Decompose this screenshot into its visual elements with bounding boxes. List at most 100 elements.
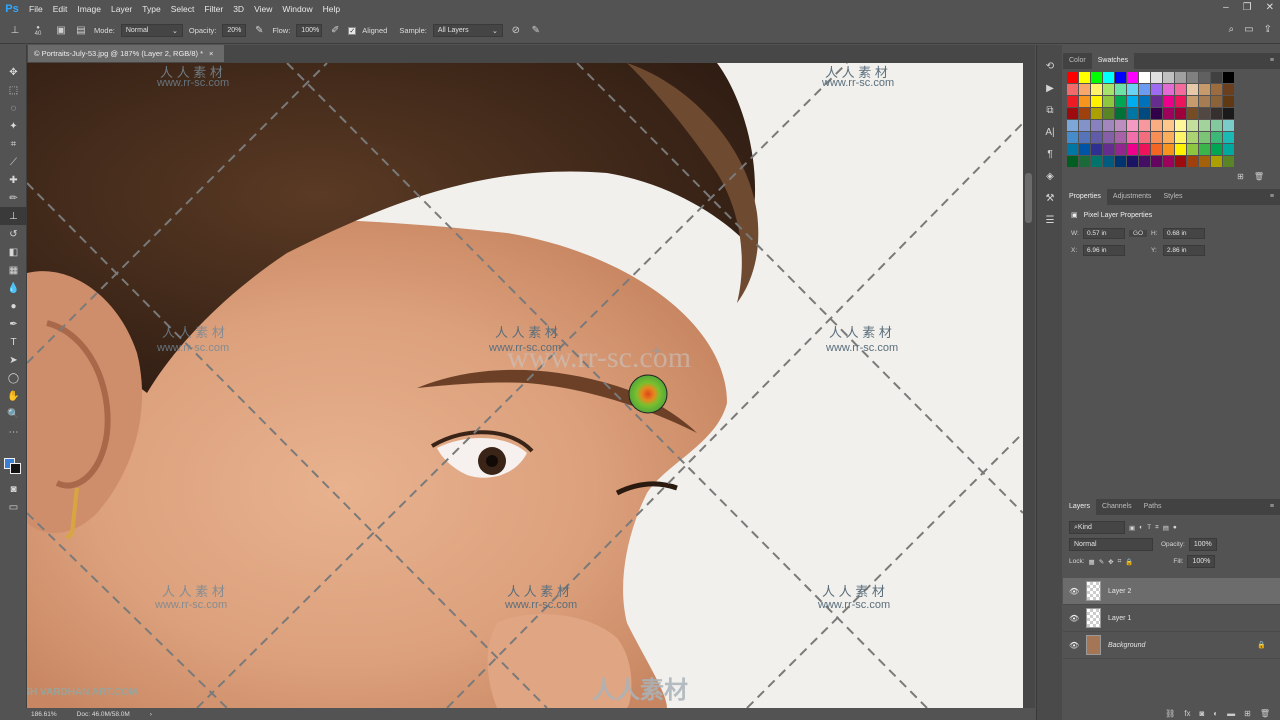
panel-menu-icon[interactable]: ≡	[1270, 189, 1280, 205]
blend-mode-select[interactable]: Normal	[1069, 538, 1153, 551]
brush-preset-picker[interactable]: ● 40	[28, 24, 48, 38]
filter-toggle-icon[interactable]: ●	[1173, 524, 1177, 531]
search-icon[interactable]: ⌕	[1229, 24, 1235, 35]
blur-tool-icon[interactable]: 💧	[0, 279, 27, 297]
swatch[interactable]	[1079, 96, 1090, 107]
swatch[interactable]	[1115, 72, 1126, 83]
visibility-eye-icon[interactable]: 👁	[1069, 587, 1079, 596]
new-group-icon[interactable]: ▬	[1227, 709, 1235, 718]
swatch[interactable]	[1127, 96, 1138, 107]
crop-tool-icon[interactable]: ⌗	[0, 135, 27, 153]
tab-adjustments[interactable]: Adjustments	[1107, 189, 1158, 205]
menu-help[interactable]: Help	[318, 0, 345, 18]
swatch[interactable]	[1115, 120, 1126, 131]
swatch[interactable]	[1175, 84, 1186, 95]
clone-stamp-tool-icon[interactable]: ⊥	[0, 207, 27, 225]
swatch[interactable]	[1067, 144, 1078, 155]
healing-brush-tool-icon[interactable]: ✚	[0, 171, 27, 189]
hand-tool-icon[interactable]: ✋	[0, 387, 27, 405]
background-color-swatch[interactable]	[10, 463, 21, 474]
pressure-size-icon[interactable]: ✎	[529, 24, 543, 38]
swatch[interactable]	[1127, 156, 1138, 167]
close-window-button[interactable]: ✕	[1266, 2, 1274, 13]
swatch[interactable]	[1103, 144, 1114, 155]
swatch[interactable]	[1115, 156, 1126, 167]
tab-properties[interactable]: Properties	[1063, 189, 1107, 205]
swatch[interactable]	[1103, 120, 1114, 131]
swatch[interactable]	[1151, 144, 1162, 155]
swatch[interactable]	[1067, 132, 1078, 143]
link-icon[interactable]: GO	[1129, 230, 1147, 237]
swatch[interactable]	[1163, 120, 1174, 131]
minimize-button[interactable]: –	[1223, 2, 1229, 13]
swatch[interactable]	[1103, 108, 1114, 119]
layer-row-layer-1[interactable]: 👁 Layer 1	[1063, 605, 1280, 632]
3d-icon[interactable]: ◈	[1037, 165, 1063, 187]
menu-image[interactable]: Image	[72, 0, 106, 18]
swatch[interactable]	[1223, 108, 1234, 119]
swatch[interactable]	[1067, 72, 1078, 83]
document-canvas[interactable]: 人 人 素 材 www.rr-sc.com 人 人 素 材 www.rr-sc.…	[27, 63, 1023, 708]
swatch[interactable]	[1103, 72, 1114, 83]
quick-selection-tool-icon[interactable]: ✦	[0, 117, 27, 135]
swatch[interactable]	[1067, 120, 1078, 131]
swatch[interactable]	[1199, 84, 1210, 95]
swatch-grid[interactable]	[1063, 69, 1280, 170]
layer-row-background[interactable]: 👁 Background 🔒	[1063, 632, 1280, 659]
swatch[interactable]	[1211, 84, 1222, 95]
swatch[interactable]	[1199, 144, 1210, 155]
brush-tool-icon[interactable]: ✏	[0, 189, 27, 207]
workspace-icon[interactable]: ▭	[1244, 24, 1253, 35]
eyedropper-tool-icon[interactable]: ⟋	[0, 153, 27, 171]
swatch[interactable]	[1067, 84, 1078, 95]
swatch[interactable]	[1187, 108, 1198, 119]
swatch[interactable]	[1127, 84, 1138, 95]
menu-edit[interactable]: Edit	[48, 0, 73, 18]
restore-button[interactable]: ❐	[1243, 2, 1252, 13]
swatch[interactable]	[1139, 132, 1150, 143]
smart-object-filter-icon[interactable]: ▤	[1163, 524, 1169, 532]
swatch[interactable]	[1199, 120, 1210, 131]
swatch[interactable]	[1127, 120, 1138, 131]
pen-tool-icon[interactable]: ✒	[0, 315, 27, 333]
x-input[interactable]: 6.96 in	[1083, 245, 1125, 256]
more-tools-icon[interactable]: ⋯	[0, 423, 27, 441]
swatch[interactable]	[1163, 72, 1174, 83]
swatch[interactable]	[1211, 132, 1222, 143]
swatch[interactable]	[1163, 144, 1174, 155]
swatch[interactable]	[1091, 72, 1102, 83]
width-input[interactable]: 0.57 in	[1083, 228, 1125, 239]
swatch[interactable]	[1127, 108, 1138, 119]
layer-name[interactable]: Background	[1108, 642, 1145, 649]
layer-opacity-input[interactable]: 100%	[1188, 538, 1217, 551]
tab-paths[interactable]: Paths	[1138, 499, 1168, 515]
adjustment-layer-icon[interactable]: ◐	[1213, 709, 1218, 718]
clone-source-icon[interactable]: ⧉	[1037, 99, 1063, 121]
tab-layers[interactable]: Layers	[1063, 499, 1097, 515]
menu-window[interactable]: Window	[277, 0, 317, 18]
airbrush-icon[interactable]: ✐	[328, 24, 342, 38]
swatch[interactable]	[1187, 72, 1198, 83]
swatch[interactable]	[1187, 120, 1198, 131]
lock-artboard-icon[interactable]: ⌗	[1118, 558, 1122, 566]
fill-input[interactable]: 100%	[1187, 555, 1216, 568]
marquee-tool-icon[interactable]: ⬚	[0, 81, 27, 99]
swatch[interactable]	[1223, 144, 1234, 155]
tab-color[interactable]: Color	[1063, 53, 1092, 69]
shape-filter-icon[interactable]: ⌗	[1155, 524, 1159, 532]
ignore-adjustment-layers-icon[interactable]: ⊘	[509, 24, 523, 38]
swatch[interactable]	[1211, 108, 1222, 119]
swatch[interactable]	[1091, 156, 1102, 167]
history-brush-tool-icon[interactable]: ↺	[0, 225, 27, 243]
visibility-eye-icon[interactable]: 👁	[1069, 641, 1079, 650]
swatch[interactable]	[1151, 84, 1162, 95]
swatch[interactable]	[1151, 108, 1162, 119]
layer-name[interactable]: Layer 2	[1108, 588, 1131, 595]
swatch[interactable]	[1175, 108, 1186, 119]
lock-transparency-icon[interactable]: ▦	[1089, 558, 1095, 566]
flow-input[interactable]: 100%	[296, 24, 323, 37]
swatch[interactable]	[1163, 84, 1174, 95]
swatch[interactable]	[1175, 96, 1186, 107]
layer-name[interactable]: Layer 1	[1108, 615, 1131, 622]
clone-stamp-tool-icon[interactable]: ⊥	[8, 24, 22, 38]
